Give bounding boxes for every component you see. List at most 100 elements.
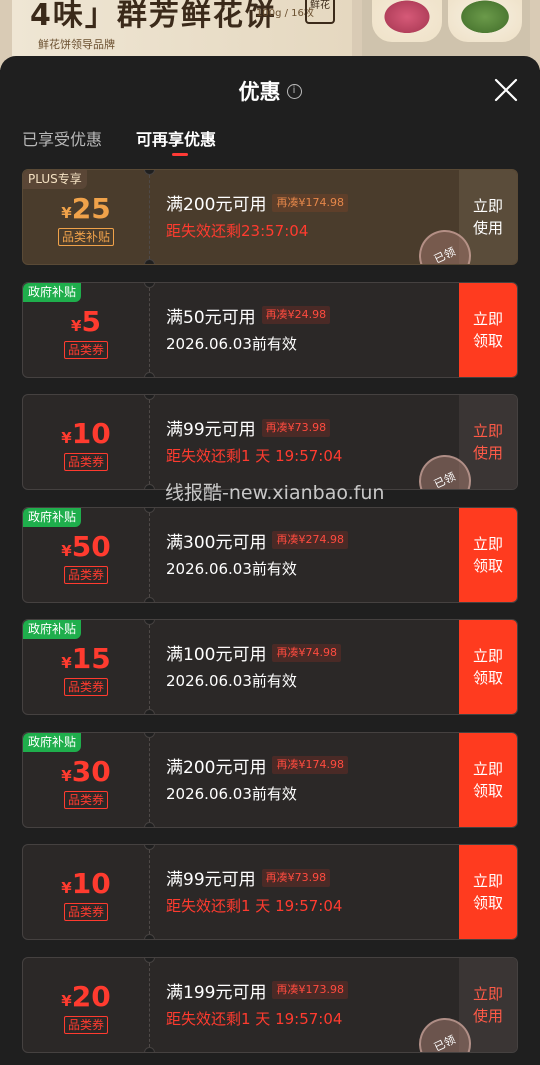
coupon-details: 满50元可用 再凑¥24.98 2026.06.03前有效 (166, 303, 466, 354)
notch (144, 507, 155, 513)
coupon-condition: 满200元可用 (166, 195, 267, 215)
coupon-condition-row: 满99元可用 再凑¥73.98 (166, 415, 466, 440)
coupon-details: 满199元可用 再凑¥173.98 距失效还剩1 天 19:57:04 (166, 978, 466, 1029)
coupon-condition: 满199元可用 (166, 982, 267, 1003)
dashed-divider (149, 620, 150, 714)
dashed-divider (149, 507, 150, 602)
notch (144, 596, 155, 602)
currency-symbol: ¥ (61, 879, 72, 897)
coupon-value: ¥10 品类券 (23, 395, 149, 489)
claim-now-button[interactable]: 立即 领取 (459, 282, 517, 377)
coupon-category: 品类补贴 (57, 228, 115, 246)
coupon-details: 满99元可用 再凑¥73.98 距失效还剩1 天 19:57:04 (166, 865, 466, 916)
coupon-card: ¥10 品类券 满99元可用 再凑¥73.98 距失效还剩1 天 19:57:04 立即 … (22, 844, 518, 940)
coupon-condition-row: 满200元可用 再凑¥174.98 (166, 190, 466, 215)
dashed-divider (149, 282, 150, 377)
amount-number: 15 (71, 642, 111, 675)
button-label: 立即 使用 (472, 984, 503, 1025)
coupon-validity: 2026.06.03前有效 (166, 672, 297, 690)
tab-enjoyed[interactable]: 已享受优惠 (22, 126, 102, 150)
coupon-card: ¥20 品类券 满199元可用 再凑¥173.98 距失效还剩1 天 19:57:04 立… (22, 956, 518, 1053)
coupon-card: 政府补贴 ¥15 品类券 满100元可用 再凑¥74.98 2026.06.03前有效 立即… (22, 619, 518, 715)
notch (144, 1046, 155, 1052)
coupon-sheet: 优惠 i 已享受优惠 可再享优惠 PLUS专享 ¥25 品类补贴 满200元可用 再凑¥1… (0, 56, 540, 1065)
coupon-category: 品类券 (63, 453, 109, 471)
coupon-condition-row: 满99元可用 再凑¥73.98 (166, 865, 466, 890)
amount-number: 10 (71, 867, 111, 900)
amount-number: 25 (71, 192, 111, 225)
currency-symbol: ¥ (61, 991, 72, 1010)
currency-symbol: ¥ (61, 541, 72, 560)
coupon-value: 政府补贴 ¥30 品类券 (23, 732, 149, 827)
coupon-tag: 政府补贴 (23, 620, 82, 639)
coupon-validity: 2026.06.03前有效 (166, 334, 297, 353)
coupon-condition: 满300元可用 (166, 532, 267, 553)
claim-now-button[interactable]: 立即 领取 (459, 845, 517, 939)
coupon-condition: 满99元可用 (166, 870, 256, 890)
amount-number: 10 (71, 417, 111, 450)
coupon-condition-row: 满50元可用 再凑¥24.98 (166, 303, 466, 328)
coupon-value: ¥10 品类券 (23, 845, 149, 939)
notch (144, 170, 155, 175)
notch (144, 821, 155, 827)
coupon-validity: 距失效还剩1 天 19:57:04 (166, 897, 343, 915)
notch (144, 845, 155, 850)
coupon-details: 满200元可用 再凑¥174.98 距失效还剩23:57:04 (166, 190, 466, 241)
amount-number: 30 (71, 754, 111, 788)
claim-now-button[interactable]: 立即 领取 (459, 732, 517, 827)
flower-cake-image (372, 0, 442, 42)
coupon-details: 满200元可用 再凑¥174.98 2026.06.03前有效 (166, 753, 466, 804)
notch (144, 484, 155, 489)
notch (144, 371, 155, 377)
button-label: 立即 使用 (472, 422, 503, 462)
coupon-amount: ¥50 (23, 530, 149, 563)
amount-number: 20 (71, 979, 111, 1013)
coupon-tag: 政府补贴 (23, 282, 82, 302)
button-label: 立即 领取 (472, 647, 503, 687)
coupon-card: 政府补贴 ¥30 品类券 满200元可用 再凑¥174.98 2026.06.03前有效 立… (22, 731, 518, 828)
coupon-amount: ¥10 (23, 867, 149, 900)
notch (144, 934, 155, 939)
currency-symbol: ¥ (61, 429, 72, 447)
currency-symbol: ¥ (71, 316, 82, 335)
notch (144, 957, 155, 963)
coupon-category: 品类券 (63, 340, 109, 359)
button-label: 立即 领取 (472, 534, 503, 575)
info-icon[interactable]: i (286, 83, 302, 99)
coupon-validity: 距失效还剩1 天 19:57:04 (166, 447, 343, 465)
dashed-divider (149, 845, 150, 939)
remaining-amount-chip: 再凑¥174.98 (272, 756, 348, 774)
coupon-category: 品类券 (63, 565, 109, 584)
brand-seal: 鲜花 (305, 0, 335, 24)
coupon-condition: 满100元可用 (166, 645, 267, 665)
coupon-details: 满300元可用 再凑¥274.98 2026.06.03前有效 (166, 528, 466, 579)
coupon-validity: 距失效还剩23:57:04 (166, 222, 309, 240)
claim-now-button[interactable]: 立即 领取 (459, 507, 517, 602)
coupon-tag: PLUS专享 (23, 170, 87, 189)
coupon-value: ¥20 品类券 (23, 958, 149, 1052)
coupon-card: 政府补贴 ¥50 品类券 满300元可用 再凑¥274.98 2026.06.03前有效 立… (22, 506, 518, 603)
coupon-tag: 政府补贴 (23, 507, 82, 527)
close-icon[interactable] (492, 76, 520, 104)
coupon-card: PLUS专享 ¥25 品类补贴 满200元可用 再凑¥174.98 距失效还剩23:57:… (22, 169, 518, 265)
coupon-amount: ¥30 (23, 755, 149, 788)
remaining-amount-chip: 再凑¥24.98 (261, 306, 331, 324)
dashed-divider (149, 170, 150, 264)
sheet-title: 优惠 (238, 80, 281, 104)
remaining-amount-chip: 再凑¥174.98 (272, 193, 348, 212)
tab-bar: 已享受优惠 可再享优惠 (22, 126, 216, 156)
tab-available[interactable]: 可再享优惠 (136, 126, 216, 156)
notch (144, 709, 155, 714)
coupon-condition: 满50元可用 (166, 307, 256, 328)
coupon-value: PLUS专享 ¥25 品类补贴 (23, 170, 149, 264)
notch (144, 282, 155, 288)
remaining-amount-chip: 再凑¥173.98 (272, 981, 348, 999)
coupon-condition-row: 满100元可用 再凑¥74.98 (166, 640, 466, 665)
matcha-cake-image (448, 0, 522, 42)
currency-symbol: ¥ (61, 654, 72, 672)
coupon-amount: ¥20 (23, 980, 149, 1013)
claim-now-button[interactable]: 立即 领取 (459, 620, 517, 714)
coupon-tag: 政府补贴 (23, 732, 82, 752)
coupon-amount: ¥10 (23, 417, 149, 450)
coupon-condition-row: 满199元可用 再凑¥173.98 (166, 978, 466, 1003)
